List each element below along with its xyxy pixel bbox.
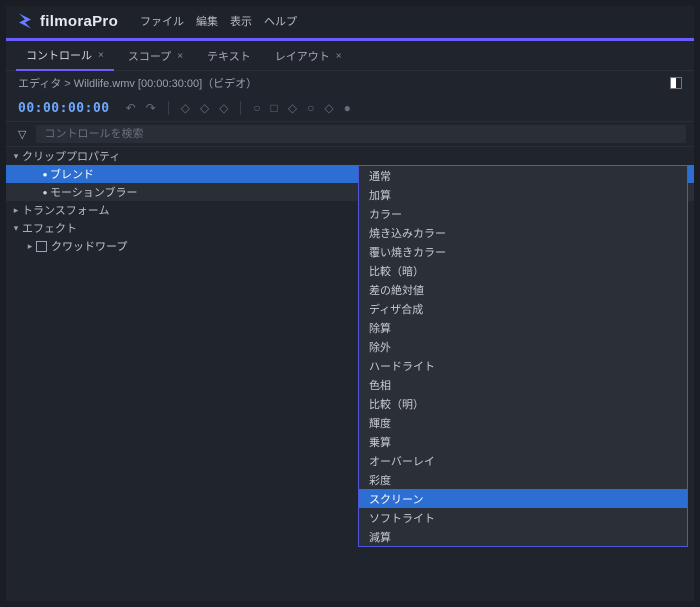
marker-diamond-icon[interactable]: ◇ — [288, 101, 297, 115]
brand-a: filmora — [40, 13, 92, 30]
blend-option[interactable]: 差の絶対値 — [359, 280, 687, 299]
caret-right-icon: ▸ — [24, 241, 36, 252]
blend-option[interactable]: 除外 — [359, 337, 687, 356]
filter-icon[interactable]: ▽ — [14, 128, 30, 141]
blend-dropdown[interactable]: 通常加算カラー焼き込みカラー覆い焼きカラー比較（暗）差の絶対値ディザ合成除算除外… — [358, 165, 688, 547]
caret-right-icon: ▸ — [10, 205, 22, 216]
blend-option[interactable]: 除算 — [359, 318, 687, 337]
app-logo: filmoraPro — [16, 12, 118, 30]
bullet-icon: ● — [40, 188, 50, 197]
tab-controls[interactable]: コントロール× — [16, 42, 114, 71]
bullet-icon: ● — [40, 170, 50, 179]
blend-option[interactable]: オーバーレイ — [359, 451, 687, 470]
panel-mode-icon[interactable] — [670, 77, 682, 89]
checkbox-icon[interactable] — [36, 241, 47, 252]
tab-layout[interactable]: レイアウト× — [265, 43, 352, 70]
keyframe-diamond-icon[interactable]: ◇ — [181, 101, 190, 115]
separator — [240, 101, 241, 115]
marker-diamond-icon[interactable]: ◇ — [324, 101, 333, 115]
menu-help[interactable]: ヘルプ — [264, 13, 297, 29]
marker-dot-icon[interactable]: ● — [344, 101, 351, 115]
blend-option[interactable]: 色相 — [359, 375, 687, 394]
separator — [168, 101, 169, 115]
blend-option[interactable]: カラー — [359, 204, 687, 223]
blend-option[interactable]: 彩度 — [359, 470, 687, 489]
caret-down-icon: ▾ — [10, 151, 22, 162]
blend-option[interactable]: 加算 — [359, 185, 687, 204]
breadcrumb: エディタ > Wildlife.wmv [00:00:30:00]（ビデオ） — [18, 75, 257, 91]
tab-scope[interactable]: スコープ× — [118, 43, 193, 70]
close-icon[interactable]: × — [177, 51, 183, 62]
search-input[interactable] — [36, 125, 686, 143]
blend-option[interactable]: ディザ合成 — [359, 299, 687, 318]
marker-square-icon[interactable]: □ — [271, 101, 278, 115]
keyframe-diamond-icon[interactable]: ◇ — [200, 101, 209, 115]
timecode[interactable]: 00:00:00:00 — [18, 101, 110, 116]
blend-option[interactable]: 比較（明） — [359, 394, 687, 413]
redo-icon[interactable]: ↷ — [146, 101, 156, 115]
tree-group-clip-properties[interactable]: ▾ クリッププロパティ — [6, 147, 694, 165]
menu-edit[interactable]: 編集 — [196, 13, 218, 29]
property-tree: ▾ クリッププロパティ ● ブレンド スクリーン ▼ ● モーションブラー ▸ … — [6, 147, 694, 601]
caret-down-icon: ▾ — [10, 223, 22, 234]
tab-text[interactable]: テキスト — [197, 43, 261, 70]
close-icon[interactable]: × — [336, 51, 342, 62]
blend-option[interactable]: 比較（暗） — [359, 261, 687, 280]
menu-file[interactable]: ファイル — [140, 13, 184, 29]
brand-b: Pro — [92, 13, 118, 30]
blend-option[interactable]: 焼き込みカラー — [359, 223, 687, 242]
blend-option[interactable]: 覆い焼きカラー — [359, 242, 687, 261]
blend-option[interactable]: 輝度 — [359, 413, 687, 432]
blend-option[interactable]: 通常 — [359, 166, 687, 185]
keyframe-diamond-icon[interactable]: ◇ — [219, 101, 228, 115]
menu-view[interactable]: 表示 — [230, 13, 252, 29]
blend-option[interactable]: 乗算 — [359, 432, 687, 451]
blend-option[interactable]: ハードライト — [359, 356, 687, 375]
blend-option[interactable]: 減算 — [359, 527, 687, 546]
close-icon[interactable]: × — [98, 50, 104, 61]
marker-circle-icon[interactable]: ○ — [307, 101, 314, 115]
blend-option[interactable]: スクリーン — [359, 489, 687, 508]
undo-icon[interactable]: ↶ — [126, 101, 136, 115]
blend-option[interactable]: ソフトライト — [359, 508, 687, 527]
marker-circle-icon[interactable]: ○ — [253, 101, 260, 115]
